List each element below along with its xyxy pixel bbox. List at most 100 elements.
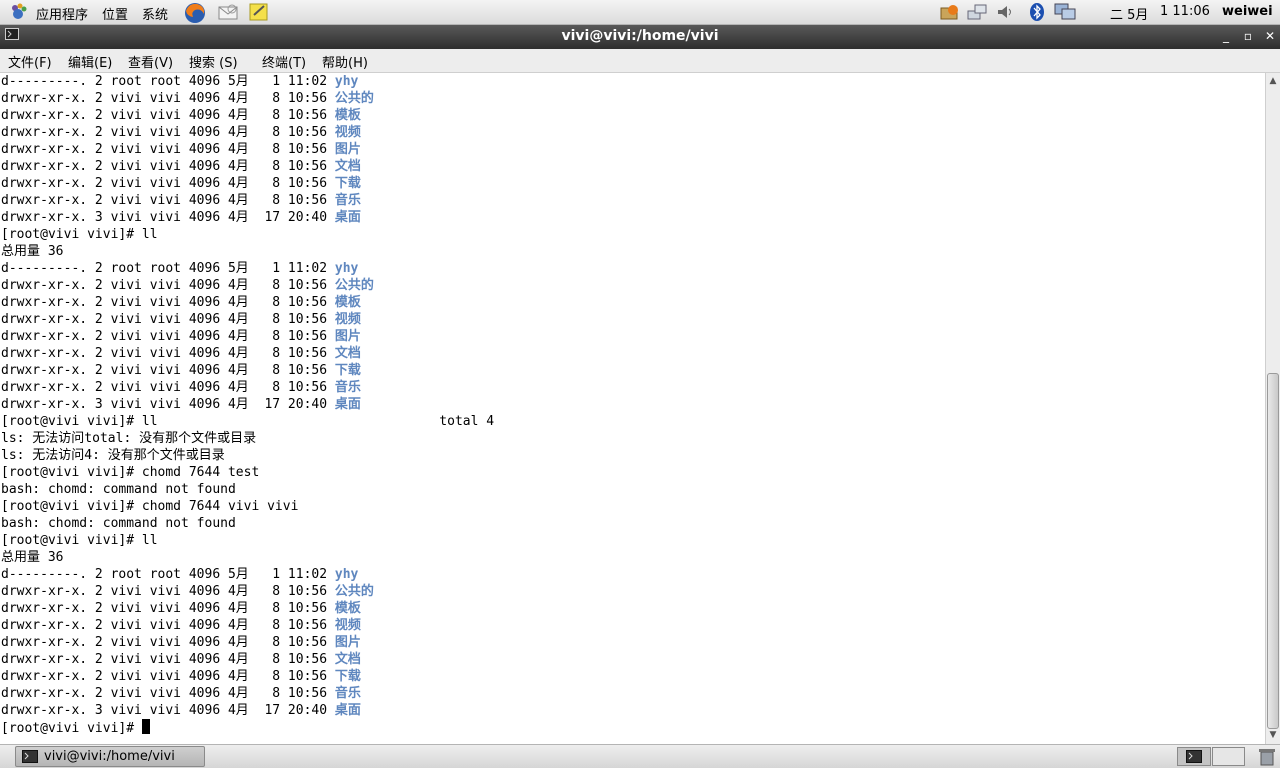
directory-name: 视频 (334, 125, 361, 140)
directory-name: 模板 (334, 295, 361, 310)
window-titlebar[interactable]: vivi@vivi:/home/vivi _ ▫ ✕ (0, 25, 1280, 49)
terminal-line-text: d---------. 2 root root 4096 5月 1 11:02 (1, 261, 335, 276)
terminal-output[interactable]: d---------. 2 root root 4096 5月 1 11:02 … (0, 73, 1265, 744)
system-menu[interactable]: 系统 (142, 4, 168, 23)
terminal-line: drwxr-xr-x. 2 vivi vivi 4096 4月 8 10:56 … (1, 311, 361, 328)
terminal-line: drwxr-xr-x. 3 vivi vivi 4096 4月 17 20:40… (1, 209, 361, 226)
terminal-line-text: drwxr-xr-x. 2 vivi vivi 4096 4月 8 10:56 (1, 363, 335, 378)
directory-name: 文档 (334, 159, 361, 174)
terminal-line: drwxr-xr-x. 2 vivi vivi 4096 4月 8 10:56 … (1, 294, 361, 311)
terminal-line-text: drwxr-xr-x. 2 vivi vivi 4096 4月 8 10:56 (1, 278, 335, 293)
maximize-button[interactable]: ▫ (1240, 28, 1256, 44)
network-icon[interactable] (966, 2, 988, 22)
terminal-line: drwxr-xr-x. 2 vivi vivi 4096 4月 8 10:56 … (1, 617, 361, 634)
taskbar-window-button[interactable]: vivi@vivi:/home/vivi (15, 746, 205, 767)
terminal-line-text: drwxr-xr-x. 2 vivi vivi 4096 4月 8 10:56 (1, 329, 335, 344)
clock[interactable]: 1 11:06 (1160, 4, 1210, 19)
terminal-line: drwxr-xr-x. 2 vivi vivi 4096 4月 8 10:56 … (1, 634, 361, 651)
terminal-line: drwxr-xr-x. 2 vivi vivi 4096 4月 8 10:56 … (1, 651, 361, 668)
terminal-line: drwxr-xr-x. 2 vivi vivi 4096 4月 8 10:56 … (1, 328, 361, 345)
trash-icon[interactable] (1257, 747, 1277, 770)
terminal-line: drwxr-xr-x. 2 vivi vivi 4096 4月 8 10:56 … (1, 192, 361, 209)
scrollbar-thumb[interactable] (1267, 373, 1279, 729)
directory-name: 音乐 (334, 380, 361, 395)
directory-name: 桌面 (334, 397, 361, 412)
terminal-line: drwxr-xr-x. 2 vivi vivi 4096 4月 8 10:56 … (1, 600, 361, 617)
terminal-line: bash: chomd: command not found (1, 481, 236, 498)
terminal-line-text: drwxr-xr-x. 2 vivi vivi 4096 4月 8 10:56 (1, 193, 335, 208)
terminal-line-text: drwxr-xr-x. 2 vivi vivi 4096 4月 8 10:56 (1, 125, 335, 140)
notes-icon[interactable] (248, 2, 270, 22)
bluetooth-icon[interactable] (1026, 2, 1048, 22)
package-update-icon[interactable] (938, 2, 960, 22)
terminal-line: ls: 无法访问total: 没有那个文件或目录 (1, 430, 256, 447)
terminal-line-text: [root@vivi vivi]# ll total 4 (1, 414, 495, 429)
workspace-1[interactable] (1177, 747, 1211, 766)
terminal-line-text: drwxr-xr-x. 2 vivi vivi 4096 4月 8 10:56 (1, 295, 335, 310)
terminal-line-text: drwxr-xr-x. 2 vivi vivi 4096 4月 8 10:56 (1, 159, 335, 174)
terminal-line: drwxr-xr-x. 2 vivi vivi 4096 4月 8 10:56 … (1, 90, 374, 107)
directory-name: 视频 (334, 618, 361, 633)
terminal-line: d---------. 2 root root 4096 5月 1 11:02 … (1, 566, 358, 583)
terminal-menubar: 文件(F) 编辑(E) 查看(V) 搜索 (S) 终端(T) 帮助(H) (0, 49, 1280, 73)
firefox-icon[interactable] (183, 2, 205, 23)
workspace-2[interactable] (1212, 747, 1245, 766)
mail-icon[interactable] (217, 2, 239, 22)
terminal-line: drwxr-xr-x. 3 vivi vivi 4096 4月 17 20:40… (1, 702, 361, 719)
terminal-line-text: [root@vivi vivi]# (1, 721, 142, 736)
terminal-line: ls: 无法访问4: 没有那个文件或目录 (1, 447, 225, 464)
terminal-line: drwxr-xr-x. 2 vivi vivi 4096 4月 8 10:56 … (1, 362, 361, 379)
applications-menu[interactable]: 应用程序 (36, 4, 88, 23)
terminal-scrollbar[interactable]: ▲ ▼ (1265, 73, 1280, 744)
terminal-line: [root@vivi vivi]# chomd 7644 vivi vivi (1, 498, 298, 515)
close-button[interactable]: ✕ (1262, 28, 1278, 44)
directory-name: 公共的 (334, 584, 374, 599)
menu-terminal[interactable]: 终端(T) (262, 52, 306, 71)
terminal-line-text: drwxr-xr-x. 2 vivi vivi 4096 4月 8 10:56 (1, 142, 335, 157)
terminal-line-text: drwxr-xr-x. 2 vivi vivi 4096 4月 8 10:56 (1, 584, 335, 599)
directory-name: 音乐 (334, 686, 361, 701)
terminal-line-text: bash: chomd: command not found (1, 482, 236, 497)
terminal-line: drwxr-xr-x. 2 vivi vivi 4096 4月 8 10:56 … (1, 158, 361, 175)
terminal-line-text: d---------. 2 root root 4096 5月 1 11:02 (1, 74, 335, 89)
scroll-up-arrow-icon[interactable]: ▲ (1268, 75, 1278, 87)
terminal-line-text: drwxr-xr-x. 3 vivi vivi 4096 4月 17 20:40 (1, 703, 335, 718)
user-name[interactable]: weiwei (1222, 4, 1273, 19)
terminal-line-text: drwxr-xr-x. 2 vivi vivi 4096 4月 8 10:56 (1, 686, 335, 701)
places-menu[interactable]: 位置 (102, 4, 128, 23)
terminal-line: [root@vivi vivi]# (1, 719, 150, 736)
terminal-line: [root@vivi vivi]# ll total 4 (1, 413, 494, 430)
terminal-line-text: 总用量 36 (1, 550, 64, 565)
terminal-line: drwxr-xr-x. 2 vivi vivi 4096 4月 8 10:56 … (1, 668, 361, 685)
menu-help[interactable]: 帮助(H) (322, 52, 368, 71)
directory-name: 公共的 (334, 278, 374, 293)
menu-edit[interactable]: 编辑(E) (68, 52, 112, 71)
gnome-foot-icon[interactable] (8, 2, 30, 22)
top-panel: 应用程序 位置 系统 二 5月 1 11:06 weiwei (0, 0, 1280, 25)
terminal-line: drwxr-xr-x. 2 vivi vivi 4096 4月 8 10:56 … (1, 141, 361, 158)
directory-name: 文档 (334, 652, 361, 667)
volume-icon[interactable] (995, 2, 1017, 22)
menu-view[interactable]: 查看(V) (128, 52, 173, 71)
terminal-line: d---------. 2 root root 4096 5月 1 11:02 … (1, 73, 358, 90)
terminal-line: drwxr-xr-x. 2 vivi vivi 4096 4月 8 10:56 … (1, 685, 361, 702)
terminal-line: drwxr-xr-x. 2 vivi vivi 4096 4月 8 10:56 … (1, 345, 361, 362)
date-label[interactable]: 二 5月 (1110, 4, 1148, 23)
directory-name: 视频 (334, 312, 361, 327)
directory-name: 图片 (334, 329, 361, 344)
terminal-line: [root@vivi vivi]# chomd 7644 test (1, 464, 259, 481)
terminal-line-text: drwxr-xr-x. 2 vivi vivi 4096 4月 8 10:56 (1, 91, 335, 106)
menu-search[interactable]: 搜索 (S) (189, 52, 238, 71)
directory-name: 下载 (334, 363, 361, 378)
terminal-line-text: drwxr-xr-x. 2 vivi vivi 4096 4月 8 10:56 (1, 618, 335, 633)
text-cursor (141, 719, 150, 734)
display-icon[interactable] (1053, 2, 1076, 22)
directory-name: yhy (334, 261, 359, 276)
directory-name: 文档 (334, 346, 361, 361)
scroll-down-arrow-icon[interactable]: ▼ (1268, 729, 1278, 741)
terminal-line-text: drwxr-xr-x. 2 vivi vivi 4096 4月 8 10:56 (1, 380, 335, 395)
minimize-button[interactable]: _ (1218, 28, 1234, 44)
directory-name: 桌面 (334, 210, 361, 225)
menu-file[interactable]: 文件(F) (8, 52, 52, 71)
window-title: vivi@vivi:/home/vivi (561, 28, 719, 44)
